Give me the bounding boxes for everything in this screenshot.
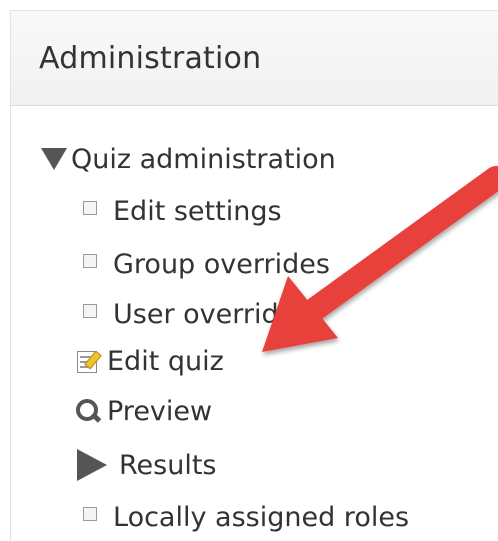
- tree-item-label: Locally assigned roles: [113, 501, 410, 533]
- admin-tree: Quiz administration Edit settings Group …: [11, 11, 498, 541]
- play-triangle-icon: [77, 449, 107, 481]
- tree-item-label: Edit quiz: [107, 345, 224, 377]
- tree-item-label: Preview: [107, 395, 213, 427]
- administration-block: Administration Quiz administration Edit …: [10, 10, 498, 541]
- tree-item-label: Edit settings: [113, 195, 282, 227]
- edit-icon: [77, 349, 102, 373]
- tree-item-preview[interactable]: Preview: [75, 393, 212, 429]
- tree-item-label: User overrides: [113, 298, 310, 330]
- tree-item-results[interactable]: Results: [77, 447, 217, 483]
- tree-item-label: Results: [119, 449, 217, 481]
- tree-item-group-overrides[interactable]: Group overrides: [83, 246, 330, 282]
- search-icon: [75, 398, 102, 424]
- tree-root-label: Quiz administration: [71, 143, 336, 175]
- square-bullet-icon: [83, 507, 97, 521]
- tree-item-locally-assigned-roles[interactable]: Locally assigned roles: [83, 499, 409, 535]
- square-bullet-icon: [83, 254, 97, 268]
- tree-item-edit-quiz[interactable]: Edit quiz: [77, 343, 224, 379]
- tree-item-user-overrides[interactable]: User overrides: [83, 296, 309, 332]
- expanded-triangle-icon: [41, 148, 67, 170]
- tree-item-edit-settings[interactable]: Edit settings: [83, 193, 282, 229]
- square-bullet-icon: [83, 201, 97, 215]
- square-bullet-icon: [83, 304, 97, 318]
- tree-item-label: Group overrides: [113, 248, 330, 280]
- tree-root-quiz-administration[interactable]: Quiz administration: [41, 141, 336, 177]
